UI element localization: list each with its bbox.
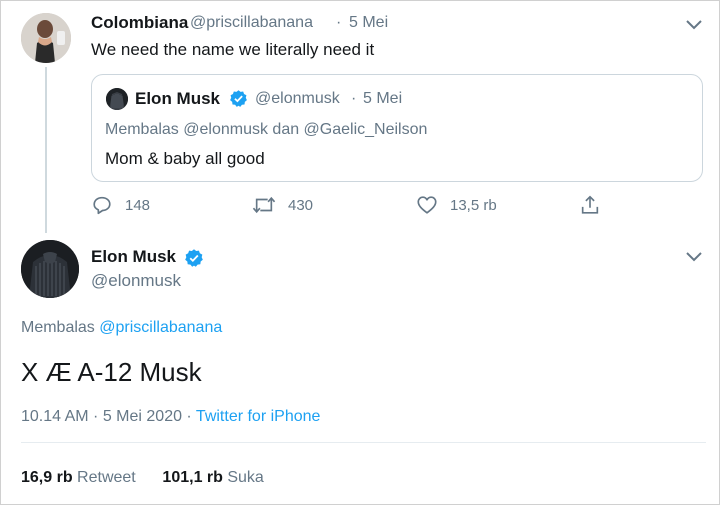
like-button[interactable]: 13,5 rb bbox=[416, 193, 497, 217]
reply-icon bbox=[93, 196, 111, 215]
divider bbox=[21, 442, 706, 443]
author-handle[interactable]: @priscillabanana bbox=[190, 14, 313, 32]
quoted-author-name: Elon Musk bbox=[135, 89, 221, 108]
likes-stat[interactable]: 101,1 rb Suka bbox=[162, 469, 263, 486]
quoted-author-handle: @elonmusk bbox=[255, 90, 340, 107]
meta-separator: · bbox=[336, 14, 342, 31]
thread-connector bbox=[45, 67, 47, 233]
quoted-reply-context: Membalas @elonmusk dan @Gaelic_Neilson bbox=[105, 121, 428, 138]
heart-icon bbox=[417, 196, 437, 214]
share-icon bbox=[581, 195, 599, 214]
meta-separator: · bbox=[351, 90, 357, 107]
verified-badge-icon bbox=[230, 90, 247, 107]
tweet-text: X Æ A-12 Musk bbox=[21, 357, 202, 387]
timestamp-text[interactable]: 10.14 AM · 5 Mei 2020 · bbox=[21, 408, 196, 425]
chevron-down-icon[interactable] bbox=[683, 250, 705, 264]
tweet-text: We need the name we literally need it bbox=[91, 40, 375, 59]
avatar-photo-icon bbox=[106, 88, 128, 110]
reply-count: 148 bbox=[125, 196, 151, 214]
engagement-stats: 16,9 rb Retweet 101,1 rb Suka bbox=[21, 469, 264, 487]
retweets-value: 16,9 rb bbox=[21, 469, 73, 486]
likes-value: 101,1 rb bbox=[162, 469, 223, 486]
reply-button[interactable]: 148 bbox=[91, 193, 150, 217]
reply-context: Membalas @priscillabanana bbox=[21, 319, 222, 337]
tweet-timestamp: 10.14 AM · 5 Mei 2020 · Twitter for iPho… bbox=[21, 408, 320, 426]
retweet-icon bbox=[252, 196, 276, 214]
author-name[interactable]: Colombiana bbox=[91, 13, 188, 33]
avatar-photo-icon bbox=[21, 240, 79, 298]
retweet-count: 430 bbox=[288, 196, 314, 214]
quoted-tweet-card[interactable]: Elon Musk @elonmusk · 5 Mei Membalas @el… bbox=[91, 74, 703, 182]
verified-badge-icon bbox=[185, 249, 203, 267]
quoted-tweet-text: Mom & baby all good bbox=[105, 149, 265, 168]
avatar-colombiana[interactable] bbox=[21, 13, 71, 63]
likes-label: Suka bbox=[227, 469, 264, 486]
source-link[interactable]: Twitter for iPhone bbox=[196, 408, 321, 425]
share-button[interactable] bbox=[579, 193, 601, 217]
avatar-elon[interactable] bbox=[21, 240, 79, 298]
retweets-stat[interactable]: 16,9 rb Retweet bbox=[21, 469, 136, 486]
avatar-elon-small bbox=[106, 88, 128, 110]
avatar-photo-icon bbox=[21, 13, 71, 63]
retweets-label: Retweet bbox=[77, 469, 136, 486]
reply-to-link[interactable]: @priscillabanana bbox=[99, 319, 222, 336]
tweet-thread: Colombiana @priscillabanana · 5 Mei We n… bbox=[0, 0, 720, 505]
retweet-button[interactable]: 430 bbox=[252, 193, 313, 217]
tweet-date[interactable]: 5 Mei bbox=[349, 14, 388, 32]
quoted-tweet-date: 5 Mei bbox=[363, 90, 403, 107]
like-count: 13,5 rb bbox=[450, 196, 497, 214]
author-handle[interactable]: @elonmusk bbox=[91, 271, 181, 291]
chevron-down-icon[interactable] bbox=[683, 18, 705, 32]
author-name[interactable]: Elon Musk bbox=[91, 247, 176, 267]
reply-prefix: Membalas bbox=[21, 319, 95, 336]
